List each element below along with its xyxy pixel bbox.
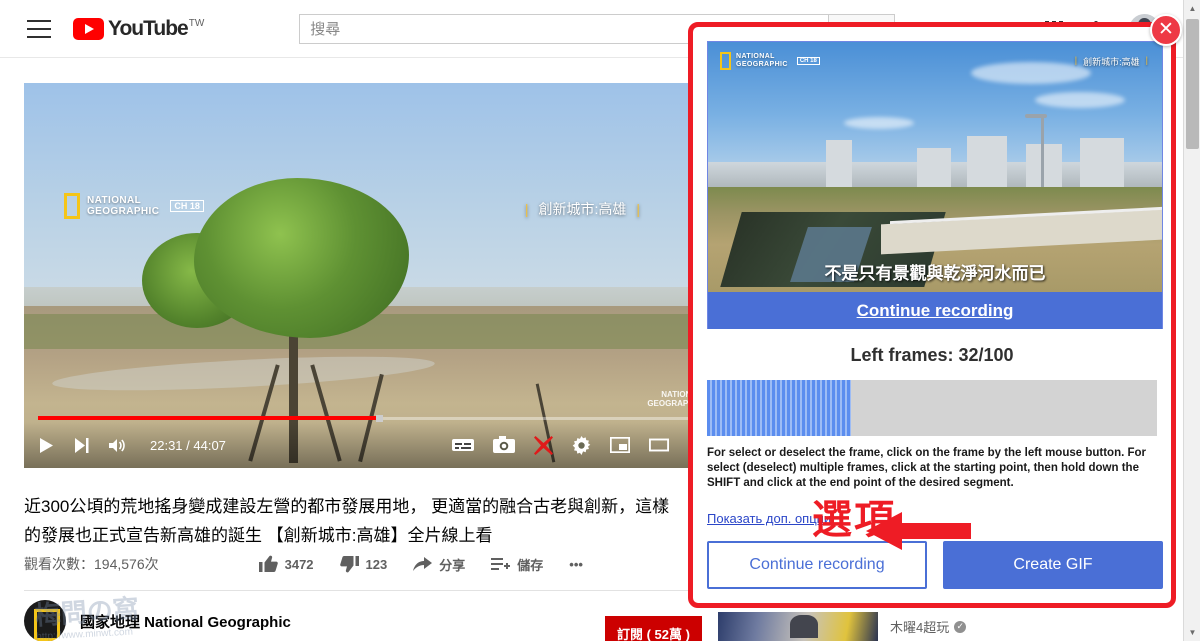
subtitles-button[interactable] xyxy=(452,437,474,453)
content-divider xyxy=(24,590,700,591)
frame-strip-selection[interactable] xyxy=(707,380,851,436)
gif-preview-image: NATIONAL GEOGRAPHIC CH 18 | 創新城市:高雄 | 不是… xyxy=(708,42,1162,292)
miniplayer-button[interactable] xyxy=(610,437,630,453)
save-label: 儲存 xyxy=(517,557,544,573)
like-count: 3472 xyxy=(284,556,314,572)
share-arrow-icon xyxy=(413,557,433,571)
overlay-bar-left: | xyxy=(524,201,529,217)
next-video-button[interactable] xyxy=(73,437,90,454)
nat-geo-channel-badge: CH 18 xyxy=(170,200,204,212)
scrollbar-thumb[interactable] xyxy=(1186,19,1199,149)
nat-geo-rect-icon xyxy=(64,193,80,219)
preview-cloud-1 xyxy=(971,62,1092,84)
scroll-up-arrow-icon[interactable]: ▲ xyxy=(1184,0,1200,17)
preview-cloud-2 xyxy=(1034,92,1125,108)
preview-nat-geo-label: NATIONAL GEOGRAPHIC xyxy=(736,53,788,68)
preview-nat-geo-rect-icon xyxy=(720,52,731,70)
save-list-icon xyxy=(491,558,511,570)
continue-recording-link[interactable]: Continue recording xyxy=(708,292,1162,329)
red-x-button[interactable] xyxy=(534,435,553,455)
frame-instructions: For select or deselect the frame, click … xyxy=(707,447,1147,489)
youtube-play-icon xyxy=(73,17,104,40)
preview-nat-geo-watermark: NATIONAL GEOGRAPHIC CH 18 xyxy=(720,52,820,70)
player-controls-right xyxy=(452,435,706,455)
youtube-logo[interactable]: YouTube TW xyxy=(73,16,205,40)
page-scrollbar[interactable]: ▲ ▼ xyxy=(1183,0,1200,641)
suggested-video-item[interactable]: 木曜4超玩 ✓ xyxy=(718,612,1188,641)
player-controls: 22:31 / 44:07 xyxy=(24,422,720,468)
continue-recording-link-label: Continue recording xyxy=(856,300,1014,320)
preview-street-lamp xyxy=(1024,114,1047,192)
preview-building-3 xyxy=(966,136,1007,192)
dislike-count: 123 xyxy=(365,556,388,572)
nat-geo-label: NATIONAL GEOGRAPHIC xyxy=(87,195,160,217)
share-button[interactable]: 分享 xyxy=(413,555,465,574)
gif-preview-panel: NATIONAL GEOGRAPHIC CH 18 | 創新城市:高雄 | 不是… xyxy=(707,41,1163,329)
settings-gear-button[interactable] xyxy=(572,435,591,455)
progress-fill xyxy=(38,416,379,420)
video-meta-row: 觀看次數：194,576次 3472 123 分享 儲存 ••• xyxy=(24,554,700,574)
preview-building-2 xyxy=(916,148,951,192)
scroll-down-arrow-icon[interactable]: ▼ xyxy=(1184,624,1200,641)
preview-overlay-text: 創新城市:高雄 xyxy=(1083,57,1140,67)
dislike-button[interactable]: 123 xyxy=(339,555,388,573)
youtube-wordmark: YouTube xyxy=(108,16,189,40)
overlay-bar-right: | xyxy=(636,201,640,217)
save-button[interactable]: 儲存 xyxy=(491,555,543,574)
video-progress-bar[interactable] xyxy=(24,415,720,422)
suggested-video-thumbnail[interactable] xyxy=(718,612,878,641)
frame-strip[interactable] xyxy=(707,380,1157,436)
suggested-channel-name: 木曜4超玩 ✓ xyxy=(890,617,967,636)
view-count: 觀看次數：194,576次 xyxy=(24,556,159,572)
thumbs-up-icon xyxy=(258,555,278,572)
video-overlay-title: | 創新城市:高雄 | xyxy=(525,199,640,219)
preview-building-5 xyxy=(1080,138,1125,192)
preview-nat-geo-channel-badge: CH 18 xyxy=(796,57,820,65)
page-root: YouTube TW 搜尋 NATIONAL GEOGRAPHIC CH 18 … xyxy=(0,0,1200,641)
player-controls-left: 22:31 / 44:07 xyxy=(38,437,226,454)
preview-overlay-title: | 創新城市:高雄 | xyxy=(1075,55,1148,68)
video-player[interactable]: NATIONAL GEOGRAPHIC CH 18 | 創新城市:高雄 | NA… xyxy=(24,83,720,468)
video-action-buttons: 3472 123 分享 儲存 ••• xyxy=(258,555,583,574)
frames-counter-label: Left frames: 32/100 xyxy=(850,345,1014,365)
progress-knob[interactable] xyxy=(375,415,383,422)
verified-badge-icon: ✓ xyxy=(954,620,967,633)
preview-overlay-bar-right: | xyxy=(1145,55,1148,65)
annotation-arrow-icon xyxy=(866,512,971,550)
more-options-button[interactable]: ••• xyxy=(569,557,583,572)
create-gif-button[interactable]: Create GIF xyxy=(943,541,1163,589)
theater-mode-button[interactable] xyxy=(649,437,669,453)
hamburger-menu-icon[interactable] xyxy=(27,19,51,38)
video-time-display: 22:31 / 44:07 xyxy=(150,437,226,453)
close-icon: ✕ xyxy=(1158,18,1174,40)
channel-row: 國家地理 National Geographic xyxy=(24,600,291,641)
like-button[interactable]: 3472 xyxy=(258,555,314,573)
preview-subtitle: 不是只有景觀與乾淨河水而已 xyxy=(824,264,1046,283)
preview-building-1 xyxy=(826,140,853,192)
video-title: 近300公頃的荒地搖身變成建設左營的都市發展用地， 更適當的融合古老與創新，這樣… xyxy=(24,497,670,545)
share-label: 分享 xyxy=(439,557,466,573)
volume-button[interactable] xyxy=(108,437,128,454)
preview-cloud-3 xyxy=(844,117,915,129)
subscribe-button[interactable]: 訂閱 ( 52萬 ) xyxy=(605,616,702,641)
thumbs-down-icon xyxy=(339,556,359,573)
preview-overlay-bar-left: | xyxy=(1074,55,1078,65)
overlay-title-text: 創新城市:高雄 xyxy=(538,201,627,217)
nat-geo-watermark: NATIONAL GEOGRAPHIC CH 18 xyxy=(64,193,204,219)
play-button[interactable] xyxy=(38,437,55,454)
channel-name[interactable]: 國家地理 National Geographic xyxy=(80,611,291,632)
close-dialog-button[interactable]: ✕ xyxy=(1150,14,1182,46)
channel-avatar[interactable] xyxy=(24,600,66,641)
gif-camera-button[interactable] xyxy=(493,436,515,454)
video-tree-crown xyxy=(194,178,409,338)
youtube-country-code: TW xyxy=(188,17,205,29)
